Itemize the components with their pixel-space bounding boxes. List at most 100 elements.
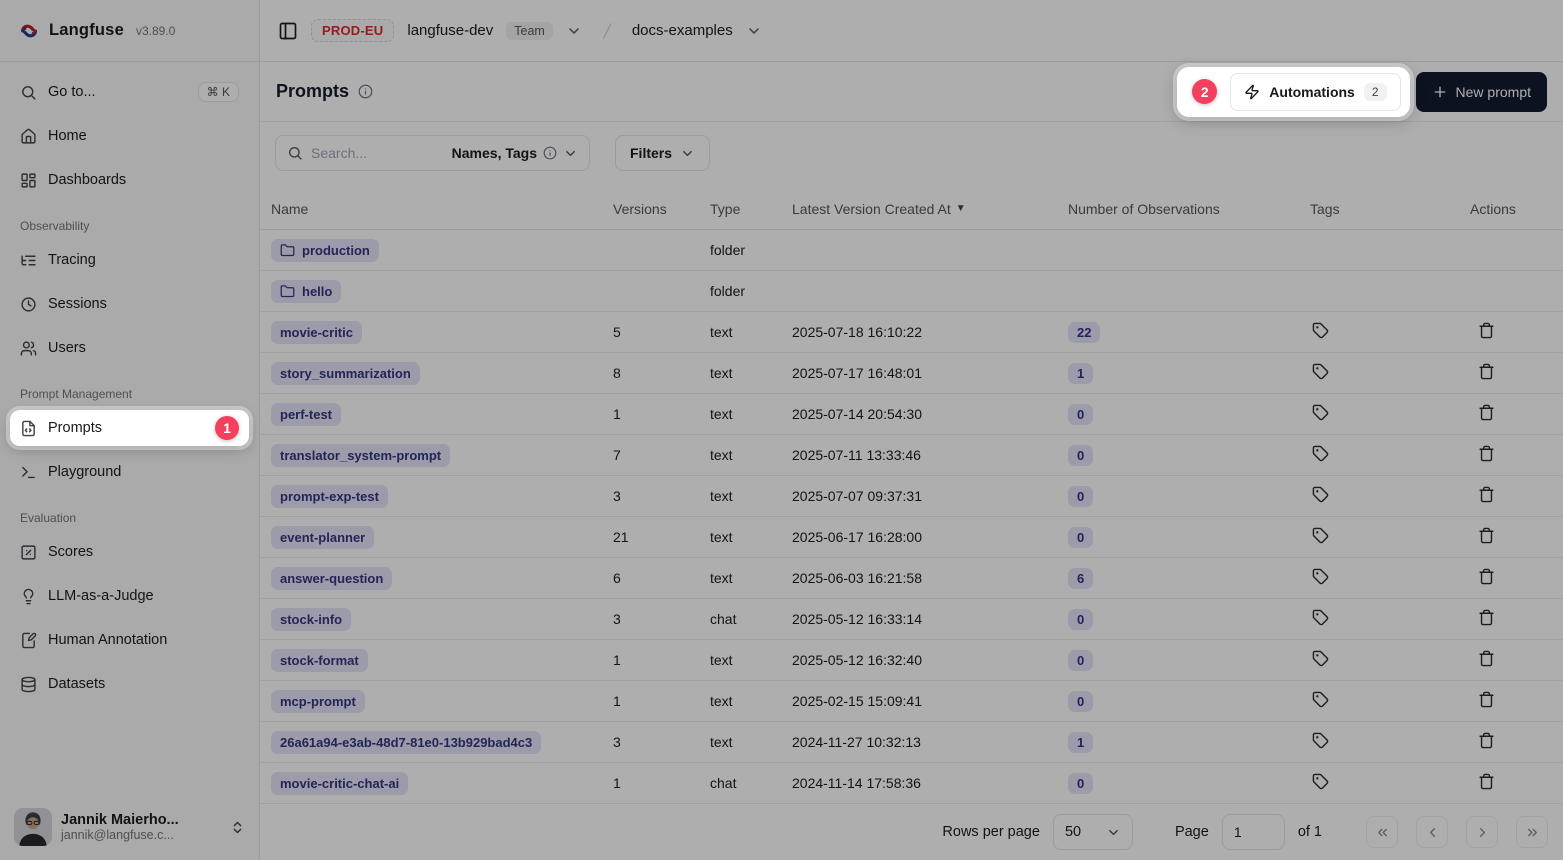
versions-cell: 6 xyxy=(613,570,710,586)
keyboard-shortcut-badge: ⌘ K xyxy=(198,82,239,102)
table-row[interactable]: hello folder xyxy=(260,271,1563,312)
table-row[interactable]: prompt-exp-test 3 text 2025-07-07 09:37:… xyxy=(260,476,1563,517)
sidebar-item-label: Playground xyxy=(48,464,121,480)
tag-icon[interactable] xyxy=(1312,650,1329,667)
prompt-name-chip[interactable]: stock-info xyxy=(271,608,351,631)
prompt-name-chip[interactable]: movie-critic-chat-ai xyxy=(271,772,408,795)
sidebar-item-sessions[interactable]: Sessions xyxy=(10,286,249,322)
prompt-name-label: movie-critic-chat-ai xyxy=(280,776,399,791)
org-chevron-down-icon[interactable] xyxy=(566,23,582,39)
sidebar-item-goto[interactable]: Go to... ⌘ K xyxy=(10,74,249,110)
prompt-name-chip[interactable]: answer-question xyxy=(271,567,392,590)
search-scope-dropdown[interactable]: Names, Tags xyxy=(452,145,578,161)
prompt-name-chip[interactable]: perf-test xyxy=(271,403,341,426)
type-cell: text xyxy=(710,693,792,709)
sidebar-item-dashboards[interactable]: Dashboards xyxy=(10,162,249,198)
previous-page-button[interactable] xyxy=(1416,816,1448,848)
observations-badge: 0 xyxy=(1068,650,1093,671)
delete-button[interactable] xyxy=(1478,404,1495,421)
prompt-name-chip[interactable]: production xyxy=(271,239,379,262)
org-name[interactable]: langfuse-dev xyxy=(407,22,493,39)
sidebar-item-llm-judge[interactable]: LLM-as-a-Judge xyxy=(10,578,249,614)
column-header-name[interactable]: Name xyxy=(271,201,613,217)
page-number-input[interactable] xyxy=(1222,814,1285,850)
info-icon[interactable] xyxy=(358,84,373,99)
user-menu[interactable]: Jannik Maierho... jannik@langfuse.c... xyxy=(0,798,259,860)
column-header-tags[interactable]: Tags xyxy=(1310,201,1470,217)
filters-button[interactable]: Filters xyxy=(615,135,710,171)
prompt-name-chip[interactable]: translator_system-prompt xyxy=(271,444,450,467)
search-input[interactable] xyxy=(311,145,444,161)
sidebar-item-users[interactable]: Users xyxy=(10,330,249,366)
delete-button[interactable] xyxy=(1478,527,1495,544)
tag-icon[interactable] xyxy=(1312,486,1329,503)
tag-icon[interactable] xyxy=(1312,773,1329,790)
delete-button[interactable] xyxy=(1478,773,1495,790)
rows-per-page-select[interactable]: 50 xyxy=(1053,814,1133,850)
prompt-name-chip[interactable]: movie-critic xyxy=(271,321,362,344)
prompt-name-chip[interactable]: 26a61a94-e3ab-48d7-81e0-13b929bad4c3 xyxy=(271,731,541,754)
delete-button[interactable] xyxy=(1478,363,1495,380)
table-row[interactable]: 26a61a94-e3ab-48d7-81e0-13b929bad4c3 3 t… xyxy=(260,722,1563,763)
prompt-name-chip[interactable]: stock-format xyxy=(271,649,368,672)
table-row[interactable]: translator_system-prompt 7 text 2025-07-… xyxy=(260,435,1563,476)
tag-icon[interactable] xyxy=(1312,445,1329,462)
delete-button[interactable] xyxy=(1478,609,1495,626)
table-row[interactable]: stock-info 3 chat 2025-05-12 16:33:14 0 xyxy=(260,599,1563,640)
delete-button[interactable] xyxy=(1478,691,1495,708)
project-chevron-down-icon[interactable] xyxy=(746,23,762,39)
table-row[interactable]: story_summarization 8 text 2025-07-17 16… xyxy=(260,353,1563,394)
sidebar-nav: Go to... ⌘ K Home Dashboards Observabili… xyxy=(0,62,259,798)
table-row[interactable]: mcp-prompt 1 text 2025-02-15 15:09:41 0 xyxy=(260,681,1563,722)
delete-button[interactable] xyxy=(1478,486,1495,503)
prompt-name-label: production xyxy=(302,243,370,258)
delete-button[interactable] xyxy=(1478,445,1495,462)
table-row[interactable]: answer-question 6 text 2025-06-03 16:21:… xyxy=(260,558,1563,599)
table-row[interactable]: movie-critic 5 text 2025-07-18 16:10:22 … xyxy=(260,312,1563,353)
automations-button[interactable]: Automations 2 xyxy=(1230,73,1400,111)
table-row[interactable]: perf-test 1 text 2025-07-14 20:54:30 0 xyxy=(260,394,1563,435)
column-header-observations[interactable]: Number of Observations xyxy=(1068,201,1310,217)
tag-icon[interactable] xyxy=(1312,363,1329,380)
sidebar-item-prompts[interactable]: Prompts 1 xyxy=(10,410,249,446)
table-row[interactable]: stock-format 1 text 2025-05-12 16:32:40 … xyxy=(260,640,1563,681)
column-header-type[interactable]: Type xyxy=(710,201,792,217)
observations-cell: 0 xyxy=(1068,445,1310,466)
prompt-name-chip[interactable]: story_summarization xyxy=(271,362,420,385)
new-prompt-button[interactable]: New prompt xyxy=(1416,72,1547,112)
tag-icon[interactable] xyxy=(1312,527,1329,544)
project-name[interactable]: docs-examples xyxy=(632,22,733,39)
sidebar-item-human-annotation[interactable]: Human Annotation xyxy=(10,622,249,658)
next-page-button[interactable] xyxy=(1466,816,1498,848)
prompt-name-chip[interactable]: prompt-exp-test xyxy=(271,485,388,508)
prompt-name-chip[interactable]: mcp-prompt xyxy=(271,690,365,713)
column-header-versions[interactable]: Versions xyxy=(613,201,710,217)
type-cell: text xyxy=(710,365,792,381)
last-page-button[interactable] xyxy=(1516,816,1548,848)
prompt-name-chip[interactable]: hello xyxy=(271,280,341,303)
column-header-created-at[interactable]: Latest Version Created At ▼ xyxy=(792,201,1068,217)
tag-icon[interactable] xyxy=(1312,322,1329,339)
prompt-name-chip[interactable]: event-planner xyxy=(271,526,374,549)
delete-button[interactable] xyxy=(1478,322,1495,339)
tag-icon[interactable] xyxy=(1312,404,1329,421)
sidebar-toggle-icon[interactable] xyxy=(278,21,298,41)
table-row[interactable]: movie-critic-chat-ai 1 chat 2024-11-14 1… xyxy=(260,763,1563,804)
delete-button[interactable] xyxy=(1478,650,1495,667)
tag-icon[interactable] xyxy=(1312,691,1329,708)
tag-icon[interactable] xyxy=(1312,568,1329,585)
first-page-button[interactable] xyxy=(1366,816,1398,848)
tag-icon[interactable] xyxy=(1312,732,1329,749)
table-row[interactable]: production folder xyxy=(260,230,1563,271)
sidebar-item-tracing[interactable]: Tracing xyxy=(10,242,249,278)
table-row[interactable]: event-planner 21 text 2025-06-17 16:28:0… xyxy=(260,517,1563,558)
sidebar-item-datasets[interactable]: Datasets xyxy=(10,666,249,702)
sidebar-item-scores[interactable]: Scores xyxy=(10,534,249,570)
versions-cell: 3 xyxy=(613,488,710,504)
versions-cell: 1 xyxy=(613,693,710,709)
tag-icon[interactable] xyxy=(1312,609,1329,626)
delete-button[interactable] xyxy=(1478,568,1495,585)
sidebar-item-playground[interactable]: Playground xyxy=(10,454,249,490)
delete-button[interactable] xyxy=(1478,732,1495,749)
sidebar-item-home[interactable]: Home xyxy=(10,118,249,154)
